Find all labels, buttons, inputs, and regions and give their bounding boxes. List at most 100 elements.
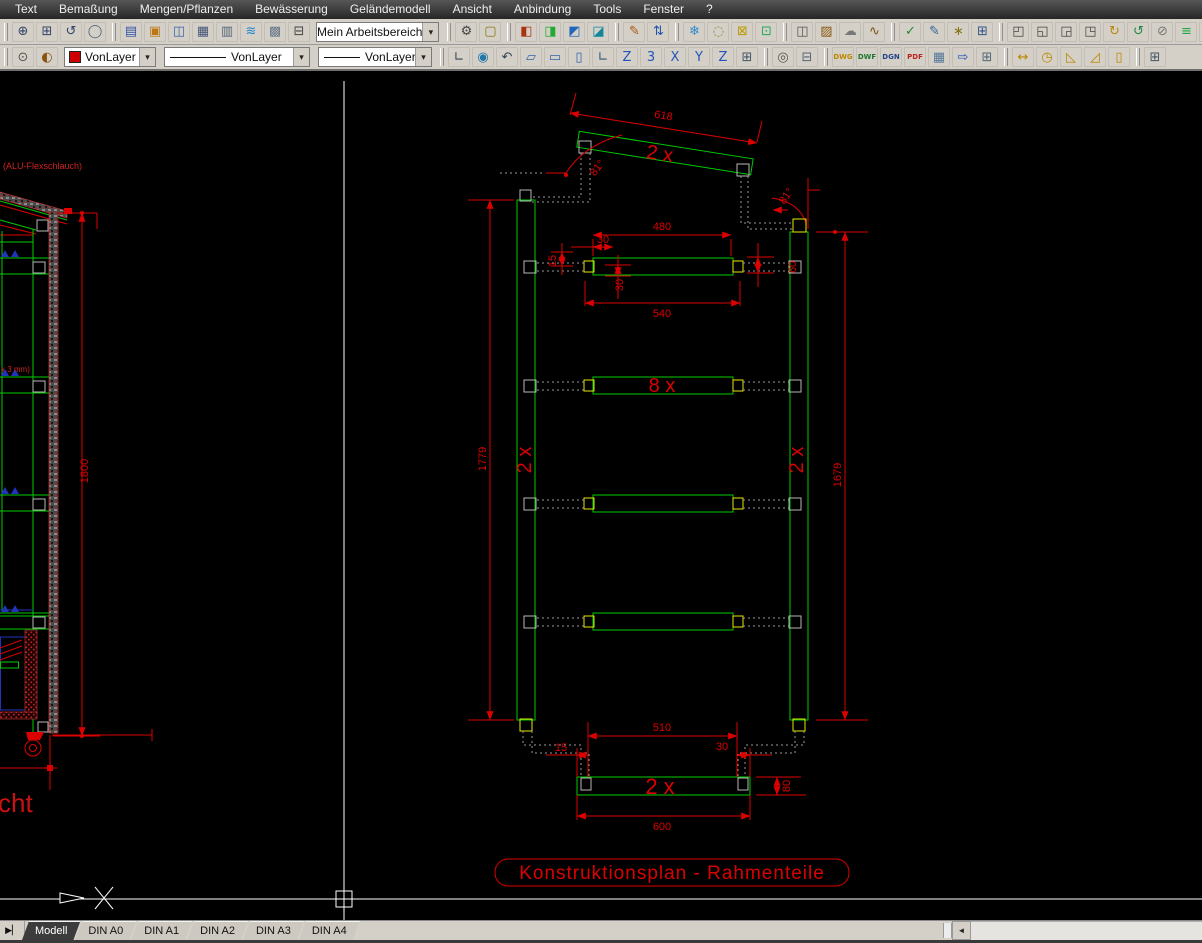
dropdown-arrow-icon[interactable]: ▾ <box>139 48 155 66</box>
ucs-rotate-z-icon[interactable]: Z <box>712 47 734 67</box>
menu-fenster[interactable]: Fenster <box>632 0 695 19</box>
ucs-face-icon[interactable]: ▱ <box>520 47 542 67</box>
zoom-realtime-icon[interactable]: ⊕ <box>12 22 34 42</box>
drawing-title[interactable]: Konstruktionsplan - Rahmenteile <box>495 859 849 886</box>
coins-stack-icon[interactable]: ≡ <box>1175 22 1197 42</box>
measure-angle-icon[interactable]: ◺ <box>1060 47 1082 67</box>
sketch-icon[interactable]: ✎ <box>623 22 645 42</box>
ucs-previous-icon[interactable]: ↶ <box>496 47 518 67</box>
named-view-icon[interactable]: ◎ <box>772 47 794 67</box>
building-icon[interactable]: ▥ <box>216 22 238 42</box>
check-flag-icon[interactable]: ✓ <box>899 22 921 42</box>
ucs-dialog-icon[interactable]: ⊞ <box>736 47 758 67</box>
tab-nav-button[interactable]: ▶▏ <box>0 921 25 940</box>
left-post[interactable]: 2 x <box>514 190 536 731</box>
draworder-above-icon[interactable]: ◲ <box>1055 22 1077 42</box>
layer-check-icon[interactable]: ◨ <box>539 22 561 42</box>
layer-set-icon[interactable]: ◧ <box>515 22 537 42</box>
dropdown-arrow-icon[interactable]: ▾ <box>422 23 438 41</box>
layout-list-icon[interactable]: ⊞ <box>1144 47 1166 67</box>
layer-edit-icon[interactable]: ◩ <box>563 22 585 42</box>
copy-window-icon[interactable]: ◫ <box>791 22 813 42</box>
layer-unlock-icon[interactable]: ⊡ <box>755 22 777 42</box>
image-stack-icon[interactable]: ▩ <box>264 22 286 42</box>
ucs-3point-icon[interactable]: 3 <box>640 47 662 67</box>
bottom-rail[interactable]: 2 x <box>577 774 750 799</box>
lineweight-combo[interactable]: VonLayer▾ <box>318 47 432 67</box>
zoom-window-icon[interactable]: ⊞ <box>36 22 58 42</box>
tab-modell[interactable]: Modell <box>22 921 80 940</box>
coins-swap-icon[interactable]: ↺ <box>1127 22 1149 42</box>
tab-din-a4[interactable]: DIN A4 <box>299 921 360 940</box>
settings-gear-icon[interactable]: ⚙ <box>455 22 477 42</box>
redline-icon[interactable]: ✎ <box>923 22 945 42</box>
ucs-view-icon[interactable]: ▯ <box>568 47 590 67</box>
paste-icon[interactable]: ⊟ <box>796 47 818 67</box>
ucs-object-icon[interactable]: ▭ <box>544 47 566 67</box>
cross-rail-2[interactable]: 8 x <box>524 375 801 397</box>
tabbar-splitter[interactable] <box>943 923 952 938</box>
table-icon[interactable]: ▦ <box>192 22 214 42</box>
horizontal-scrollbar[interactable]: ◄ <box>952 921 1202 940</box>
measure-slope-icon[interactable]: ◿ <box>1084 47 1106 67</box>
coins-refresh-icon[interactable]: ↻ <box>1103 22 1125 42</box>
menu-anbindung[interactable]: Anbindung <box>503 0 582 19</box>
draworder-under-icon[interactable]: ◳ <box>1079 22 1101 42</box>
tab-din-a2[interactable]: DIN A2 <box>187 921 248 940</box>
side-view[interactable]: (ALU-Flexschlauch) <box>0 161 152 818</box>
measure-radius-icon[interactable]: ◷ <box>1036 47 1058 67</box>
markup-star-icon[interactable]: ∗ <box>947 22 969 42</box>
workspace-combo[interactable]: Mein Arbeitsbereich▾ <box>316 22 439 42</box>
calculator-icon[interactable]: ⊟ <box>288 22 310 42</box>
layout-copy-icon[interactable]: ⊞ <box>976 47 998 67</box>
save-dwf-icon[interactable]: DWF <box>856 47 878 67</box>
ucs-named-icon[interactable]: ◉ <box>472 47 494 67</box>
save-pdf-icon[interactable]: PDF <box>904 47 926 67</box>
save-dgn-icon[interactable]: DGN <box>880 47 902 67</box>
menu-bew-sserung[interactable]: Bewässerung <box>244 0 339 19</box>
ucs-zaxis-icon[interactable]: Z <box>616 47 638 67</box>
hatch-edit-icon[interactable]: ▨ <box>815 22 837 42</box>
save-image-icon[interactable]: ▦ <box>928 47 950 67</box>
ucs-world-icon[interactable]: ∟ <box>448 47 470 67</box>
tab-din-a0[interactable]: DIN A0 <box>75 921 136 940</box>
draworder-back-icon[interactable]: ◱ <box>1031 22 1053 42</box>
layer-freeze-icon[interactable]: ❄ <box>683 22 705 42</box>
ucs-rotate-x-icon[interactable]: X <box>664 47 686 67</box>
scrollbar-track[interactable] <box>971 921 1202 940</box>
image-adjust-icon[interactable]: ◐ <box>36 47 58 67</box>
menu-text[interactable]: Text <box>4 0 48 19</box>
irrigation-icon[interactable]: ≋ <box>240 22 262 42</box>
zoom-previous-icon[interactable]: ↺ <box>60 22 82 42</box>
camera-icon[interactable]: ⊙ <box>12 47 34 67</box>
menu-[interactable]: ? <box>695 0 724 19</box>
layer-sync-icon[interactable]: ⇅ <box>647 22 669 42</box>
layer-off-icon[interactable]: ◌ <box>707 22 729 42</box>
menu-bema-ung[interactable]: Bemaßung <box>48 0 129 19</box>
ucs-origin-icon[interactable]: ∟ <box>592 47 614 67</box>
tab-din-a1[interactable]: DIN A1 <box>131 921 192 940</box>
layer-copy-icon[interactable]: ◪ <box>587 22 609 42</box>
cross-rail-4[interactable] <box>524 613 801 630</box>
dropdown-arrow-icon[interactable]: ▾ <box>415 48 431 66</box>
pan-icon[interactable]: ◯ <box>84 22 106 42</box>
plot-style-icon[interactable]: ▤ <box>120 22 142 42</box>
menu-ansicht[interactable]: Ansicht <box>442 0 503 19</box>
freehand-icon[interactable]: ∿ <box>863 22 885 42</box>
save-dwg-icon[interactable]: DWG <box>832 47 854 67</box>
frame-parts-view[interactable]: 2 x 618 81° <box>468 93 868 886</box>
selection-area-icon[interactable]: ▢ <box>479 22 501 42</box>
tab-din-a3[interactable]: DIN A3 <box>243 921 304 940</box>
color-combo[interactable]: VonLayer▾ <box>64 47 156 67</box>
measure-volume-icon[interactable]: ▯ <box>1108 47 1130 67</box>
table-window-icon[interactable]: ⊞ <box>971 22 993 42</box>
menu-gel-ndemodell[interactable]: Geländemodell <box>339 0 442 19</box>
revision-cloud-icon[interactable]: ☁ <box>839 22 861 42</box>
draworder-front-icon[interactable]: ◰ <box>1007 22 1029 42</box>
model-space[interactable]: (ALU-Flexschlauch) <box>0 71 1202 920</box>
purge-icon[interactable]: ⊘ <box>1151 22 1173 42</box>
viewport-window-icon[interactable]: ◫ <box>168 22 190 42</box>
image-folder-icon[interactable]: ▣ <box>144 22 166 42</box>
scroll-left-button[interactable]: ◄ <box>952 921 971 940</box>
ucs-rotate-y-icon[interactable]: Y <box>688 47 710 67</box>
